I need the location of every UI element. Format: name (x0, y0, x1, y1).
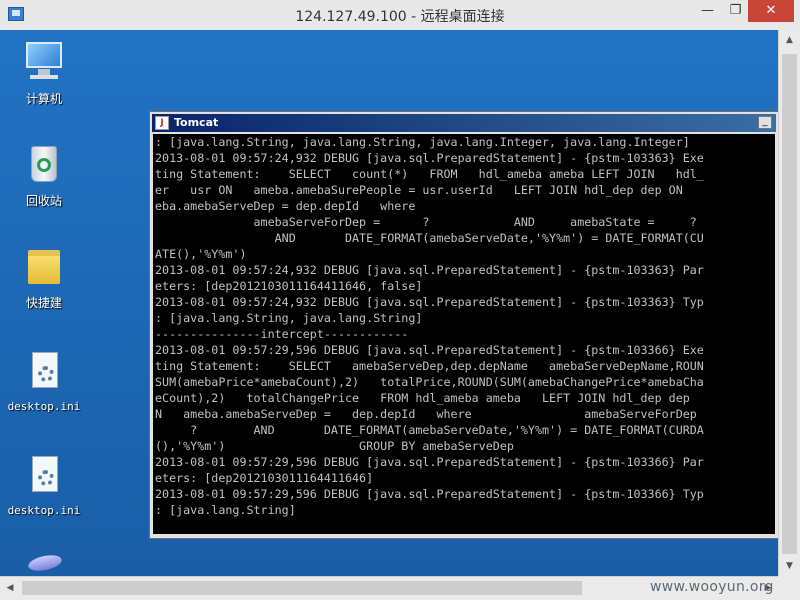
console-line: 2013-08-01 09:57:24,932 DEBUG [java.sql.… (155, 263, 704, 277)
desktop-icon-label: 回收站 (25, 194, 62, 208)
console-line: ting Statement: SELECT amebaServeDep,dep… (155, 359, 704, 373)
java-icon: J (155, 116, 169, 130)
desktop-icon-desktop-ini-2[interactable]: desktop.ini (4, 454, 84, 517)
vertical-scroll-thumb[interactable] (782, 54, 797, 554)
console-line: (),'%Y%m') GROUP BY amebaServeDep (155, 439, 514, 453)
console-line: 2013-08-01 09:57:29,596 DEBUG [java.sql.… (155, 487, 704, 501)
console-line: eters: [dep2012103011164411646] (155, 471, 374, 485)
desktop-icon-label: 快捷建 (25, 296, 62, 310)
console-title: Tomcat (174, 116, 219, 129)
window-title: 124.127.49.100 - 远程桌面连接 (295, 9, 505, 25)
desktop-icon-label: 计算机 (25, 92, 62, 106)
settings-file-icon (22, 454, 66, 498)
desktop-icon-label: desktop.ini (7, 504, 81, 517)
console-line: SUM(amebaPrice*amebaCount),2) totalPrice… (155, 375, 704, 389)
console-line: amebaServeForDep = ? AND amebaState = ? (155, 215, 704, 229)
console-line: eCount),2) totalChangePrice FROM hdl_ame… (155, 391, 697, 405)
console-line: 2013-08-01 09:57:29,596 DEBUG [java.sql.… (155, 343, 704, 357)
console-titlebar[interactable]: J Tomcat _ (152, 114, 776, 132)
console-line: N ameba.amebaServeDep = dep.depId where … (155, 407, 697, 421)
horizontal-scroll-thumb[interactable] (22, 581, 582, 595)
console-line: ? AND DATE_FORMAT(amebaServeDate,'%Y%m')… (155, 423, 704, 437)
console-line: : [java.lang.String] (155, 503, 296, 517)
scroll-up-arrow-icon[interactable]: ▲ (779, 30, 800, 50)
settings-file-icon (22, 350, 66, 394)
console-line: er usr ON ameba.amebaSurePeople = usr.us… (155, 183, 697, 197)
rdp-titlebar: 124.127.49.100 - 远程桌面连接 — ❐ ✕ (0, 0, 800, 31)
console-line: 2013-08-01 09:57:24,932 DEBUG [java.sql.… (155, 295, 704, 309)
console-line: ting Statement: SELECT count(*) FROM hdl… (155, 167, 704, 181)
console-line: 2013-08-01 09:57:29,596 DEBUG [java.sql.… (155, 455, 704, 469)
vertical-scrollbar[interactable]: ▲ ▼ (778, 30, 800, 576)
scroll-left-arrow-icon[interactable]: ◀ (0, 577, 20, 600)
folder-icon (22, 244, 66, 288)
watermark: www.wooyun.org (650, 579, 774, 595)
console-minimize-button[interactable]: _ (758, 116, 772, 129)
desktop-icon-recycle-bin[interactable]: 回收站 (4, 142, 84, 209)
scroll-down-arrow-icon[interactable]: ▼ (779, 556, 800, 576)
close-button[interactable]: ✕ (748, 0, 794, 22)
console-line: : [java.lang.String, java.lang.String, j… (155, 135, 690, 149)
desktop-icon-label: desktop.ini (7, 400, 81, 413)
console-output[interactable]: : [java.lang.String, java.lang.String, j… (153, 134, 775, 534)
console-line: ---------------intercept------------ (155, 327, 409, 341)
computer-icon (22, 40, 66, 84)
desktop-icon-computer[interactable]: 计算机 (4, 40, 84, 107)
maximize-button[interactable]: ❐ (722, 0, 749, 22)
console-line: : [java.lang.String, java.lang.String] (155, 311, 423, 325)
minimize-button[interactable]: — (694, 0, 721, 22)
console-line: AND DATE_FORMAT(amebaServeDate,'%Y%m') =… (155, 231, 704, 245)
tomcat-console-window[interactable]: J Tomcat _ : [java.lang.String, java.lan… (149, 111, 779, 539)
desktop-icon-partial[interactable] (4, 546, 84, 576)
recycle-bin-icon (22, 142, 66, 186)
console-line: 2013-08-01 09:57:24,932 DEBUG [java.sql.… (155, 151, 704, 165)
console-line: ATE(),'%Y%m') (155, 247, 247, 261)
desktop-icon-shortcut-folder[interactable]: 快捷建 (4, 244, 84, 311)
scrollbar-corner (778, 576, 800, 600)
desktop-icon-desktop-ini-1[interactable]: desktop.ini (4, 350, 84, 413)
console-line: eters: [dep2012103011164411646, false] (155, 279, 423, 293)
console-line: eba.amebaServeDep = dep.depId where (155, 199, 416, 213)
dolphin-icon (22, 546, 66, 576)
